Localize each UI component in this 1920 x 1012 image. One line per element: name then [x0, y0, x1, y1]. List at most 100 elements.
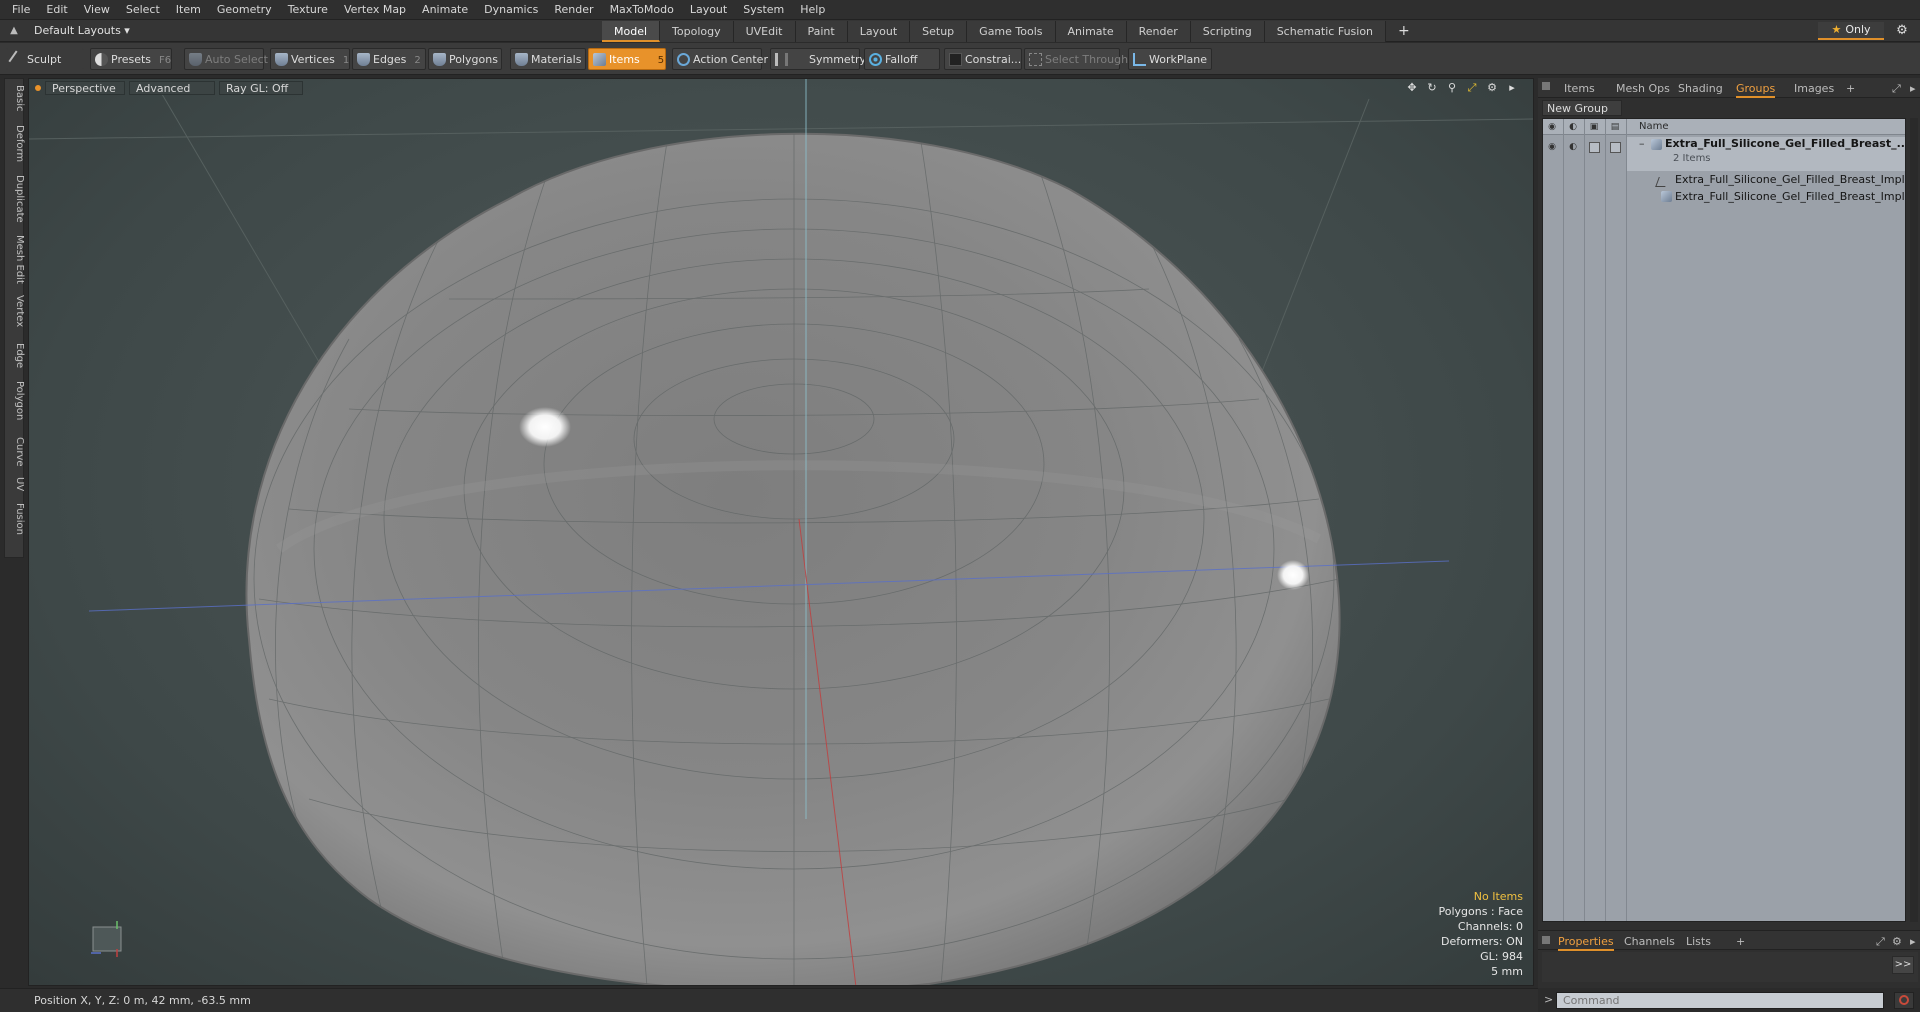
menu-animate[interactable]: Animate — [414, 0, 476, 20]
tree-scrollbar[interactable] — [1910, 118, 1918, 922]
action-center-button[interactable]: Action Center — [672, 48, 768, 70]
move-view-icon[interactable]: ✥ — [1405, 81, 1419, 95]
left-tab-mesh-edit[interactable]: Mesh Edit — [5, 235, 25, 284]
tab-scripting[interactable]: Scripting — [1190, 21, 1265, 42]
group-child-item[interactable]: Extra_Full_Silicone_Gel_Filled_Breast_Im… — [1675, 173, 1905, 186]
tab-lists[interactable]: Lists — [1686, 933, 1711, 951]
group-collapse-icon[interactable]: – — [1639, 137, 1645, 150]
viewport-menu-dot-icon[interactable] — [35, 85, 41, 91]
left-tab-duplicate[interactable]: Duplicate — [5, 175, 25, 223]
tab-setup[interactable]: Setup — [910, 21, 968, 42]
items-button[interactable]: Items 5 — [588, 48, 666, 70]
select-header-icon[interactable]: ▤ — [1609, 121, 1621, 133]
panel-expand-icon[interactable]: ⤢ — [1892, 80, 1901, 98]
add-properties-tab-button[interactable]: + — [1736, 933, 1745, 951]
polygons-button[interactable]: Polygons — [428, 48, 502, 70]
tab-animate[interactable]: Animate — [1055, 21, 1127, 42]
implant-mesh[interactable] — [245, 132, 1341, 986]
group-name[interactable]: Extra_Full_Silicone_Gel_Filled_Breast_..… — [1665, 137, 1905, 150]
vertices-button[interactable]: Vertices 1 — [270, 48, 350, 70]
left-tab-fusion[interactable]: Fusion — [5, 503, 25, 535]
properties-arrow-icon[interactable]: ▸ — [1910, 933, 1916, 951]
tab-render[interactable]: Render — [1126, 21, 1191, 42]
menu-edit[interactable]: Edit — [38, 0, 75, 20]
gear-icon[interactable]: ⚙ — [1894, 23, 1910, 39]
tab-uvedit[interactable]: UVEdit — [733, 21, 796, 42]
name-column-header[interactable]: Name — [1639, 121, 1669, 132]
menu-geometry[interactable]: Geometry — [209, 0, 280, 20]
tab-mesh-ops[interactable]: Mesh Ops — [1616, 80, 1670, 98]
viewport-settings-icon[interactable]: ⚙ — [1485, 81, 1499, 95]
lock-toggle[interactable] — [1589, 142, 1600, 153]
visibility-header-icon[interactable]: ◉ — [1546, 121, 1558, 133]
auto-select-button[interactable]: Auto Select — [184, 48, 268, 70]
eye-icon[interactable]: ◉ — [1546, 141, 1558, 153]
properties-menu-icon[interactable] — [1542, 936, 1550, 944]
layout-dropdown[interactable]: Default Layouts ▾ — [34, 23, 130, 39]
command-input[interactable] — [1556, 992, 1884, 1009]
add-tab-button[interactable]: + — [1386, 21, 1422, 42]
select-through-button[interactable]: Select Through — [1024, 48, 1128, 70]
tab-game-tools[interactable]: Game Tools — [967, 21, 1056, 42]
group-child-item[interactable]: Extra_Full_Silicone_Gel_Filled_Breast_Im… — [1675, 190, 1905, 203]
menu-help[interactable]: Help — [792, 0, 833, 20]
new-group-button[interactable]: New Group — [1542, 100, 1622, 116]
tab-images[interactable]: Images — [1794, 80, 1834, 98]
menu-dynamics[interactable]: Dynamics — [476, 0, 546, 20]
left-tab-deform[interactable]: Deform — [5, 125, 25, 162]
menu-system[interactable]: System — [735, 0, 792, 20]
shading-dropdown[interactable]: Advanced — [129, 81, 215, 95]
raygl-dropdown[interactable]: Ray GL: Off — [219, 81, 303, 95]
tab-groups[interactable]: Groups — [1736, 80, 1776, 98]
menu-vertex-map[interactable]: Vertex Map — [336, 0, 414, 20]
left-tab-vertex[interactable]: Vertex — [5, 295, 25, 327]
only-button[interactable]: ★ Only — [1818, 22, 1884, 40]
viewport-expand-icon[interactable]: ▸ — [1505, 81, 1519, 95]
properties-gear-icon[interactable]: ⚙ — [1892, 933, 1902, 951]
tab-paint[interactable]: Paint — [795, 21, 848, 42]
tab-layout[interactable]: Layout — [847, 21, 911, 42]
symmetry-button[interactable]: Symmetry — [770, 48, 866, 70]
menu-maxtomodo[interactable]: MaxToModo — [602, 0, 682, 20]
menu-view[interactable]: View — [76, 0, 118, 20]
left-tab-uv[interactable]: UV — [5, 477, 25, 491]
workplane-button[interactable]: WorkPlane — [1128, 48, 1212, 70]
menu-texture[interactable]: Texture — [280, 0, 336, 20]
select-toggle[interactable] — [1610, 142, 1621, 153]
rotate-view-icon[interactable]: ↻ — [1425, 81, 1439, 95]
menu-render[interactable]: Render — [546, 0, 601, 20]
view-mode-dropdown[interactable]: Perspective — [45, 81, 125, 95]
constraints-button[interactable]: Constrai... — [944, 48, 1022, 70]
tab-channels[interactable]: Channels — [1624, 933, 1675, 951]
menu-select[interactable]: Select — [118, 0, 168, 20]
tab-items[interactable]: Items — [1564, 80, 1595, 98]
expand-properties-button[interactable]: >> — [1892, 956, 1914, 974]
menu-layout[interactable]: Layout — [682, 0, 735, 20]
render-toggle-icon[interactable]: ◐ — [1567, 141, 1579, 153]
add-panel-tab-button[interactable]: + — [1846, 80, 1855, 98]
fit-view-icon[interactable]: ⤢ — [1465, 81, 1479, 95]
panel-menu-icon[interactable] — [1542, 82, 1550, 90]
materials-button[interactable]: Materials — [510, 48, 586, 70]
panel-arrow-icon[interactable]: ▸ — [1910, 80, 1916, 98]
layout-collapse-icon[interactable]: ▲ — [6, 23, 22, 39]
tab-schematic-fusion[interactable]: Schematic Fusion — [1264, 21, 1387, 42]
tab-model[interactable]: Model — [602, 21, 661, 42]
sculpt-button[interactable]: Sculpt — [6, 48, 84, 70]
tab-topology[interactable]: Topology — [660, 21, 734, 42]
3d-viewport[interactable]: Perspective Advanced Ray GL: Off ✥ ↻ ⚲ ⤢… — [28, 78, 1534, 986]
presets-button[interactable]: Presets F6 — [90, 48, 172, 70]
menu-file[interactable]: File — [4, 0, 38, 20]
zoom-view-icon[interactable]: ⚲ — [1445, 81, 1459, 95]
left-tab-curve[interactable]: Curve — [5, 437, 25, 467]
properties-expand-icon[interactable]: ⤢ — [1876, 933, 1885, 951]
left-tab-basic[interactable]: Basic — [5, 85, 25, 111]
render-header-icon[interactable]: ◐ — [1567, 121, 1579, 133]
menu-item[interactable]: Item — [168, 0, 209, 20]
lock-header-icon[interactable]: ▣ — [1588, 121, 1600, 133]
command-history-icon[interactable] — [1894, 992, 1914, 1009]
tab-shading[interactable]: Shading — [1678, 80, 1723, 98]
left-tab-polygon[interactable]: Polygon — [5, 381, 25, 420]
left-tab-edge[interactable]: Edge — [5, 343, 25, 368]
falloff-button[interactable]: Falloff — [864, 48, 940, 70]
